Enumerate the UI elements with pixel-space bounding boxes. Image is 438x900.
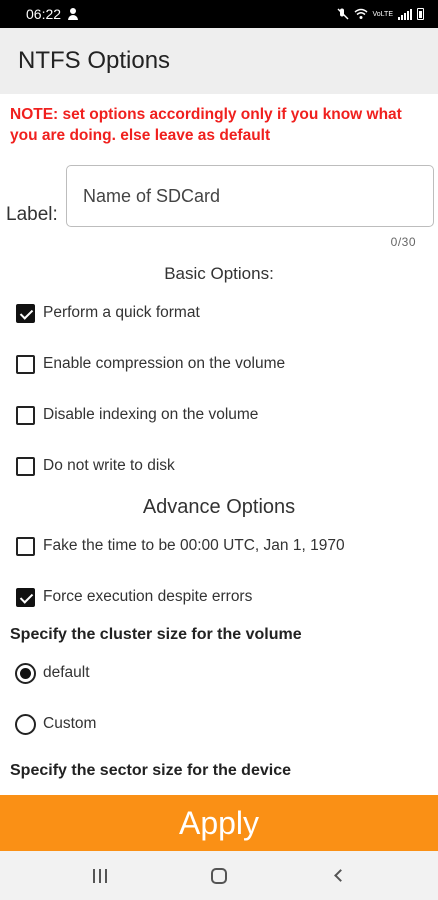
app-bar: NTFS Options [0,28,438,94]
back-icon [333,869,347,882]
home-icon [210,867,227,884]
wifi-icon [354,8,367,19]
recents-button[interactable] [80,856,120,896]
person-icon [67,8,79,20]
compression-label: Enable compression on the volume [43,355,286,372]
compression-checkbox[interactable] [16,354,35,374]
compression-option[interactable]: Enable compression on the volume [16,353,285,375]
cluster-custom-label: Custom [43,715,97,732]
signal-icon [398,8,412,20]
network-label: VoLTE [372,10,394,18]
mute-icon [337,8,348,20]
sector-size-heading: Specify the sector size for the device [10,762,291,779]
back-button[interactable] [318,856,358,896]
home-button[interactable] [199,856,239,896]
status-bar: 06:22 VoLTE [0,0,438,28]
disable-indexing-option[interactable]: Disable indexing on the volume [16,404,258,426]
force-execution-label: Force execution despite errors [43,588,253,605]
disable-indexing-label: Disable indexing on the volume [43,406,259,423]
force-execution-option[interactable]: Force execution despite errors [16,586,252,608]
fake-time-checkbox[interactable] [16,536,35,556]
no-write-label: Do not write to disk [43,457,175,474]
label-field-label: Label: [6,204,58,225]
cluster-default-label: default [43,664,90,681]
no-write-option[interactable]: Do not write to disk [16,455,175,477]
label-input[interactable] [66,165,434,227]
navigation-bar [0,851,438,900]
cluster-default-option[interactable]: default [15,662,90,684]
advance-options-title: Advance Options [142,496,296,518]
fake-time-label: Fake the time to be 00:00 UTC, Jan 1, 19… [43,537,345,554]
disable-indexing-checkbox[interactable] [16,405,35,425]
cluster-size-heading: Specify the cluster size for the volume [10,626,302,643]
character-counter: 0/30 [390,235,416,249]
status-left: 06:22 [26,6,79,22]
cluster-custom-radio[interactable] [15,713,36,735]
no-write-checkbox[interactable] [16,456,35,476]
quick-format-option[interactable]: Perform a quick format [16,302,200,324]
recents-icon [92,868,107,883]
fake-time-option[interactable]: Fake the time to be 00:00 UTC, Jan 1, 19… [16,535,345,557]
cluster-default-radio[interactable] [15,662,36,684]
warning-note: NOTE: set options accordingly only if yo… [10,106,402,144]
status-time: 06:22 [26,6,62,22]
basic-options-title: Basic Options: [164,264,274,283]
battery-icon [417,8,424,20]
cluster-custom-option[interactable]: Custom [15,713,96,735]
quick-format-checkbox[interactable] [16,303,35,323]
quick-format-label: Perform a quick format [43,304,200,321]
force-execution-checkbox[interactable] [16,587,35,607]
apply-button[interactable]: Apply [0,795,438,851]
status-right: VoLTE [337,8,424,20]
page-title: NTFS Options [18,47,171,74]
